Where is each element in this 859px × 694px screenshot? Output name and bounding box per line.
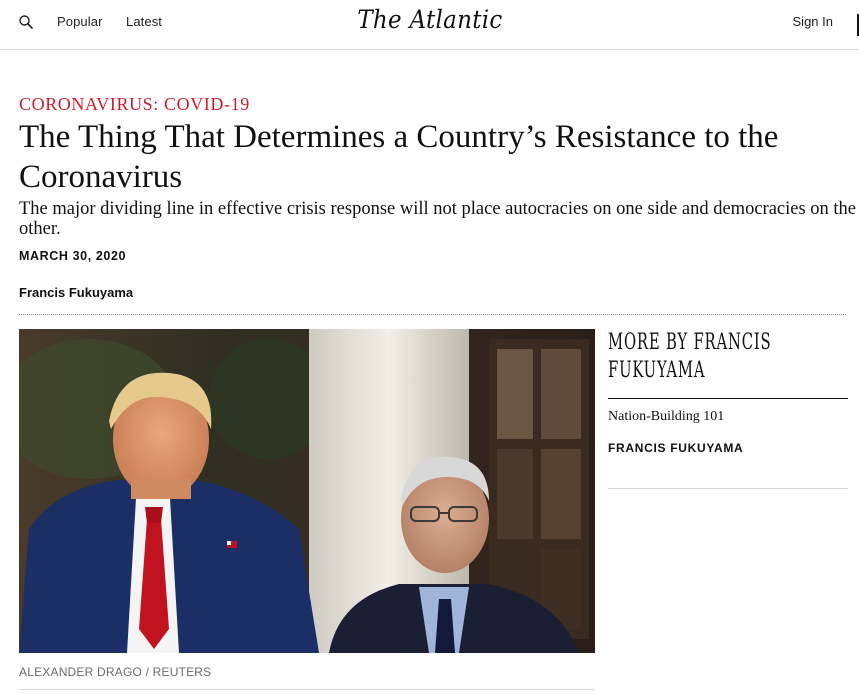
site-logo-text: The Atlantic [356, 5, 503, 34]
more-by-author-rule [608, 398, 848, 399]
site-header: Popular Latest The Atlantic Sign In [0, 0, 859, 50]
sign-in-link[interactable]: Sign In [793, 14, 833, 29]
more-by-author-heading-line1: More by Francis [608, 330, 772, 355]
byline-divider [19, 314, 846, 315]
related-article-title[interactable]: Nation-Building 101 [608, 409, 724, 425]
site-logo[interactable]: The Atlantic [0, 5, 859, 34]
image-credit: ALEXANDER DRAGO / REUTERS [19, 665, 212, 679]
credit-divider [19, 689, 595, 690]
article-author[interactable]: Francis Fukuyama [19, 285, 133, 300]
sidebar-divider [608, 488, 848, 489]
section-kicker[interactable]: CORONAVIRUS: COVID-19 [19, 94, 250, 115]
article-date: MARCH 30, 2020 [19, 249, 127, 263]
more-by-author-heading: More by Francis Fukuyama [608, 329, 848, 385]
more-by-author-heading-line2: Fukuyama [608, 358, 706, 383]
related-article-author[interactable]: FRANCIS FUKUYAMA [608, 441, 743, 455]
article-dek: The major dividing line in effective cri… [19, 199, 857, 239]
article-headline: The Thing That Determines a Country’s Re… [19, 119, 779, 195]
more-by-author-heading-text: More by Francis Fukuyama [608, 329, 807, 385]
lead-image [19, 329, 595, 653]
